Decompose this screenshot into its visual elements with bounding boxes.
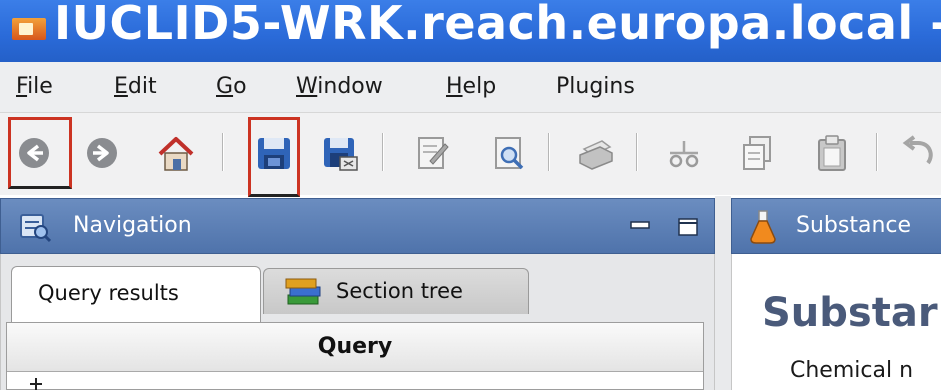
minimize-button[interactable] xyxy=(629,217,651,237)
save-as-button[interactable] xyxy=(320,133,360,173)
edit-button[interactable] xyxy=(412,133,452,173)
print-button[interactable] xyxy=(576,133,616,173)
books-icon xyxy=(284,275,324,314)
minimize-icon xyxy=(630,221,650,229)
home-icon xyxy=(158,137,194,171)
menu-edit[interactable]: Edit xyxy=(114,74,157,99)
cut-icon xyxy=(669,141,699,168)
toolbar-separator xyxy=(382,133,384,171)
menu-help[interactable]: Help xyxy=(446,74,496,99)
flask-icon xyxy=(748,209,778,249)
preview-button[interactable] xyxy=(490,133,530,173)
substance-heading: Substar xyxy=(762,290,938,336)
query-results-table[interactable]: Query xyxy=(6,322,704,390)
menu-window[interactable]: Window xyxy=(296,74,383,99)
forward-icon xyxy=(87,138,117,168)
copy-icon xyxy=(743,136,771,170)
toolbar-separator xyxy=(548,133,550,171)
substance-view-header[interactable]: Substance xyxy=(731,198,941,254)
query-row-icon xyxy=(27,377,45,391)
toolbar-separator xyxy=(876,133,878,171)
back-highlight xyxy=(8,117,72,189)
tab-section-tree[interactable]: Section tree xyxy=(263,268,529,314)
maximize-icon xyxy=(678,218,698,236)
substance-view-body: Substar Chemical n xyxy=(731,254,941,390)
preview-icon xyxy=(495,137,524,170)
paste-icon xyxy=(818,135,846,171)
title-bar[interactable]: IUCLID5-WRK.reach.europa.local - cycl xyxy=(0,0,941,62)
print-icon xyxy=(579,140,613,170)
undo-button[interactable] xyxy=(900,133,941,173)
tab-query-results[interactable]: Query results xyxy=(11,266,261,322)
toolbar xyxy=(0,113,941,197)
maximize-button[interactable] xyxy=(677,217,699,237)
menu-bar: File Edit Go Window Help Plugins xyxy=(0,62,941,113)
cut-button[interactable] xyxy=(664,133,704,173)
menu-file[interactable]: File xyxy=(16,74,53,99)
app-icon xyxy=(12,18,46,40)
toolbar-separator xyxy=(636,133,638,171)
edit-icon xyxy=(418,137,449,169)
navigation-view-title: Navigation xyxy=(73,213,192,238)
navigation-icon xyxy=(19,211,52,243)
tab-query-results-label: Query results xyxy=(38,281,179,305)
undo-icon xyxy=(902,135,933,165)
toolbar-separator xyxy=(222,133,224,171)
copy-button[interactable] xyxy=(738,133,778,173)
menu-plugins[interactable]: Plugins xyxy=(556,74,635,99)
paste-button[interactable] xyxy=(812,133,852,173)
forward-button[interactable] xyxy=(82,133,122,173)
window-title: IUCLID5-WRK.reach.europa.local - cycl xyxy=(54,0,941,50)
save-highlight xyxy=(248,117,300,197)
substance-view-title: Substance xyxy=(796,213,912,238)
chemical-name-label: Chemical n xyxy=(790,358,914,383)
home-button[interactable] xyxy=(156,133,196,173)
save-as-icon xyxy=(324,138,358,171)
query-column-header[interactable]: Query xyxy=(7,323,703,372)
menu-go[interactable]: Go xyxy=(216,74,247,99)
tab-section-tree-label: Section tree xyxy=(336,279,463,303)
view-divider[interactable] xyxy=(715,196,731,390)
navigation-view-header[interactable]: Navigation xyxy=(0,198,715,254)
